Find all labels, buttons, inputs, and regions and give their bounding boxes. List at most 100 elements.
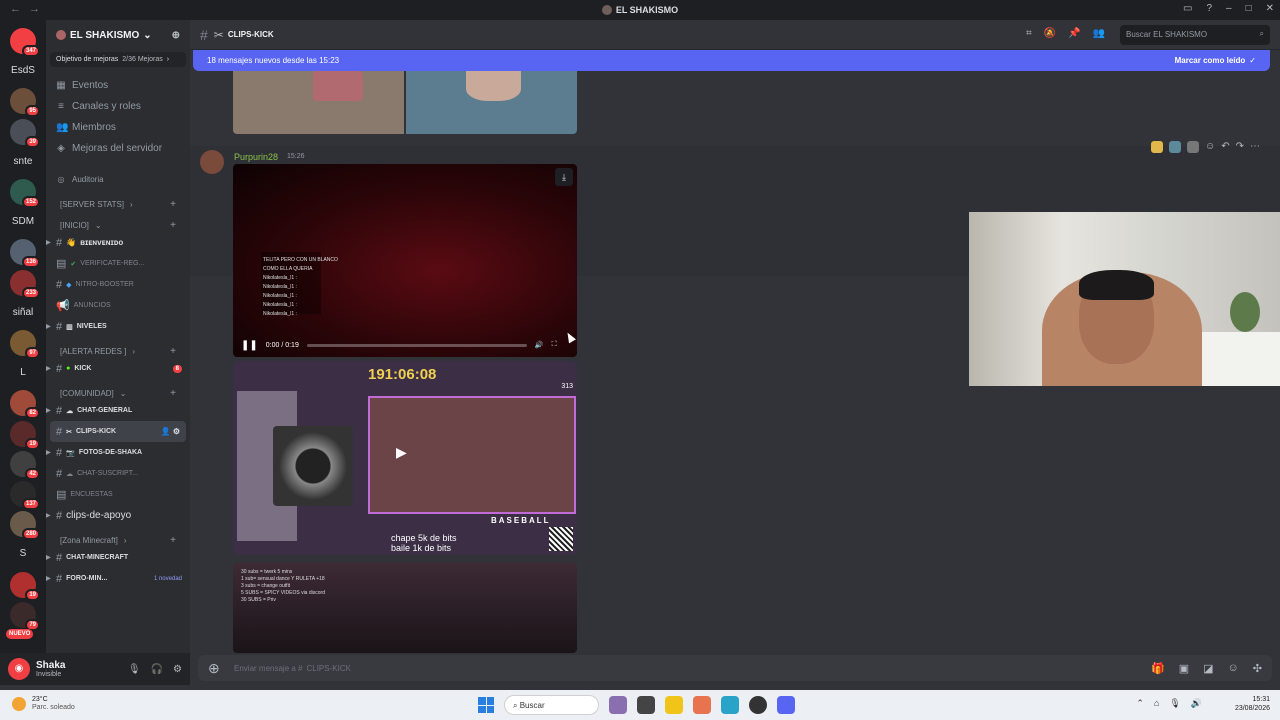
nav-miembros[interactable]: 👥 Miembros xyxy=(46,117,190,138)
attachment-image[interactable] xyxy=(406,71,577,134)
server-icon-server-17[interactable]: 280 xyxy=(10,511,40,541)
add-channel-icon[interactable]: + xyxy=(170,199,176,210)
server-icon-esds[interactable]: EsdS xyxy=(10,58,36,84)
start-button[interactable] xyxy=(478,697,494,713)
attachment-image[interactable]: 191:06:08 313 ▶ BASEBALL chape 5k de bit… xyxy=(233,361,577,555)
category-inicio[interactable]: [INICIO] ⌄ + xyxy=(46,211,190,232)
category-alerta[interactable]: [ALERTA REDES ] › + xyxy=(46,337,190,358)
emoji-picker-icon[interactable]: ☺ xyxy=(1228,662,1239,675)
channel-chat-general[interactable]: ▶ # ☁ CHAT-GENERAL xyxy=(46,400,190,421)
add-channel-icon[interactable]: + xyxy=(170,220,176,231)
server-icon-server-20[interactable]: 79 xyxy=(10,601,40,631)
play-icon[interactable]: ▶ xyxy=(396,444,407,461)
network-icon[interactable]: ⌂ xyxy=(1154,698,1159,709)
add-channel-icon[interactable]: + xyxy=(170,535,176,546)
invite-member-icon[interactable]: 👤 ⚙ xyxy=(161,427,180,436)
microphone-icon[interactable]: 🎙 xyxy=(128,664,141,675)
server-icon-server-6[interactable]: 152 xyxy=(10,179,40,208)
taskbar-search[interactable]: ⌕ Buscar xyxy=(504,695,599,715)
video-progress-bar[interactable] xyxy=(306,343,527,347)
widgets-app-icon[interactable] xyxy=(609,696,627,714)
invite-icon[interactable]: ⊕ xyxy=(172,30,180,41)
obs-icon[interactable] xyxy=(749,696,767,714)
edge-icon[interactable] xyxy=(721,696,739,714)
server-icon-server-9[interactable]: 233 xyxy=(10,269,40,299)
channel-chat-minecraft[interactable]: ▶ # CHAT-MINECRAFT xyxy=(46,547,190,568)
channel-anuncios[interactable]: 📢 ANUNCIOS xyxy=(46,295,190,316)
channel-niveles[interactable]: ▶ # ▥ NIVELES xyxy=(46,316,190,337)
server-icon-s[interactable]: S xyxy=(10,541,36,567)
boost-goal[interactable]: Objetivo de mejoras 2/36 Mejoras › xyxy=(50,52,186,67)
nav-canales-roles[interactable]: ≡ Canales y roles xyxy=(46,96,190,117)
category-minecraft[interactable]: [Zona Minecraft] › + xyxy=(46,526,190,547)
message-author[interactable]: Purpurin28 xyxy=(234,152,278,162)
attachment-image[interactable]: 30 subs = twerk 5 mins 1 sub= sensual da… xyxy=(233,563,577,653)
mark-as-read-button[interactable]: Marcar como leído xyxy=(1175,56,1246,65)
channel-nitro[interactable]: # ◆ NITRO-BOOSTER xyxy=(46,274,190,295)
search-input[interactable]: Buscar EL SHAKISMO ⌕ xyxy=(1120,25,1270,45)
author-avatar[interactable] xyxy=(200,150,224,174)
server-icon-server-16[interactable]: 137 xyxy=(10,481,40,510)
channel-foro-min[interactable]: ▶ # FORO-MIN... 1 novedad xyxy=(46,568,190,589)
channel-bienvenido[interactable]: ▶ # 👋 ʙɪᴇɴᴠᴇɴɪᴅᴏ xyxy=(46,232,190,253)
category-server-stats[interactable]: [SERVER STATS] › + xyxy=(46,190,190,211)
task-view-icon[interactable] xyxy=(637,696,655,714)
server-icon-server-19[interactable]: 19 xyxy=(10,571,40,601)
video-player[interactable]: ⤓ TELITA PERO CON UN BLANCO COMO ELLA QU… xyxy=(233,164,577,357)
nav-mejoras[interactable]: ◈ Mejoras del servidor xyxy=(46,138,190,159)
headphones-icon[interactable]: 🎧 xyxy=(151,664,163,675)
help-icon[interactable]: ? xyxy=(1206,3,1212,14)
apps-icon[interactable]: ✣ xyxy=(1253,662,1262,675)
server-icon-server-8[interactable]: 136 xyxy=(10,239,40,269)
fullscreen-icon[interactable]: ⛶ xyxy=(552,341,557,349)
server-icon-server-3[interactable]: 95 xyxy=(10,88,40,118)
channel-fotos[interactable]: ▶ # 📷 FOTOS-DE-SHAKA xyxy=(46,442,190,463)
user-avatar[interactable]: ◉ xyxy=(8,658,30,680)
maximize-icon[interactable]: □ xyxy=(1246,3,1252,14)
server-icon-server-11[interactable]: 97 xyxy=(10,330,40,359)
inbox-icon[interactable]: ▭ xyxy=(1183,3,1192,14)
channel-kick[interactable]: ▶ # ● KICK 8 xyxy=(46,358,190,379)
channel-clips-kick[interactable]: # ✂ CLIPS-KICK 👤 ⚙ xyxy=(50,421,186,442)
server-icon-server-4[interactable]: 39 xyxy=(10,118,40,148)
server-icon-discord-home[interactable]: 347 xyxy=(10,28,40,57)
reply-icon[interactable]: ↶ xyxy=(1221,141,1229,153)
server-icon-server-15[interactable]: 42 xyxy=(10,450,40,480)
reaction-emoji-icon[interactable] xyxy=(1187,141,1199,153)
copilot-icon[interactable] xyxy=(693,696,711,714)
threads-icon[interactable]: ⌗ xyxy=(1026,28,1032,39)
add-reaction-icon[interactable]: ☺ xyxy=(1205,141,1215,153)
tray-chevron-icon[interactable]: ⌃ xyxy=(1136,698,1144,709)
reaction-emoji-icon[interactable] xyxy=(1151,141,1163,153)
forward-icon[interactable]: ↷ xyxy=(1236,141,1244,153)
gif-icon[interactable]: ▣ xyxy=(1179,662,1189,675)
server-icon-siñal[interactable]: siñal xyxy=(10,300,36,326)
system-clock[interactable]: 15:31 23/08/2026 xyxy=(1235,695,1270,713)
server-icon-sdm[interactable]: SDM xyxy=(10,209,36,235)
pause-icon[interactable]: ❚❚ xyxy=(241,340,258,351)
new-messages-bar[interactable]: 18 mensajes nuevos desde las 15:23 Marca… xyxy=(193,50,1270,71)
more-icon[interactable]: ⋯ xyxy=(1250,141,1260,153)
file-explorer-icon[interactable] xyxy=(665,696,683,714)
attachment-image[interactable] xyxy=(233,71,404,134)
mic-icon[interactable]: 🎙 xyxy=(1169,698,1180,709)
discord-app-icon[interactable] xyxy=(777,696,795,714)
server-icon-server-14[interactable]: 19 xyxy=(10,420,40,450)
weather-widget[interactable]: 23°C Parc. soleado xyxy=(12,696,75,712)
settings-gear-icon[interactable]: ⚙ xyxy=(173,664,182,675)
notifications-muted-icon[interactable]: 🔕 xyxy=(1044,28,1056,39)
add-channel-icon[interactable]: + xyxy=(170,388,176,399)
server-icon-snte[interactable]: snte xyxy=(10,149,36,175)
volume-icon[interactable]: 🔊 xyxy=(535,341,544,349)
reaction-emoji-icon[interactable] xyxy=(1169,141,1181,153)
minimize-icon[interactable]: – xyxy=(1226,3,1232,14)
nav-eventos[interactable]: ▦ Eventos xyxy=(46,75,190,96)
server-header[interactable]: EL SHAKISMO ⌄ ⊕ xyxy=(46,20,190,50)
volume-icon[interactable]: 🔊 xyxy=(1191,698,1202,709)
server-icon-server-13[interactable]: 82 xyxy=(10,390,40,420)
close-icon[interactable]: ✕ xyxy=(1266,3,1274,14)
download-icon[interactable]: ⤓ xyxy=(555,168,573,186)
category-comunidad[interactable]: [COMUNIDAD] ⌄ + xyxy=(46,379,190,400)
pin-icon[interactable]: 📌 xyxy=(1068,28,1080,39)
add-attachment-icon[interactable]: ⊕ xyxy=(208,660,234,677)
